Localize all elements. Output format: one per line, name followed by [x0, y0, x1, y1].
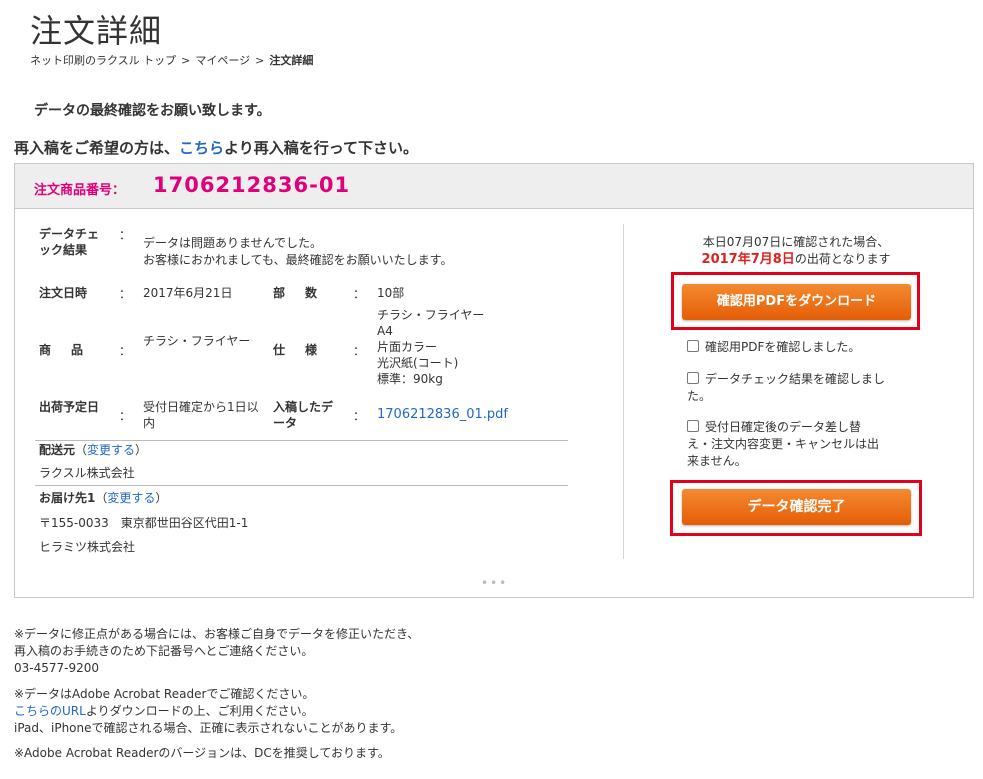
order-date-value: 2017年6月21日 — [143, 286, 233, 300]
vertical-divider — [623, 224, 624, 559]
delivery-change-link[interactable]: 変更する — [107, 491, 155, 505]
sender-value: ラクスル株式会社 — [39, 466, 135, 480]
product-label: 商 品 — [39, 343, 88, 357]
footer-phone: 03-4577-9200 — [14, 661, 100, 675]
data-check-label: データチェック結果 — [39, 227, 100, 257]
resubmit-prefix: 再入稿をご希望の方は、 — [14, 139, 180, 157]
checkbox-box[interactable] — [687, 340, 699, 352]
sender-change-link[interactable]: 変更する — [87, 443, 135, 457]
shipping-notice: 本日07月07日に確認された場合、 2017年7月8日の出荷となります — [651, 234, 941, 268]
breadcrumb-mypage-link[interactable]: マイページ — [195, 54, 250, 67]
page-title: 注文詳細 — [30, 12, 163, 50]
change-close: ） — [155, 491, 168, 505]
order-number: 1706212836-01 — [153, 173, 351, 197]
footer-note2-suffix: よりダウンロードの上、ご利用ください。 — [85, 704, 314, 718]
checkbox-label: 受付日確定後のデータ差し替 — [705, 420, 862, 434]
resubmit-suffix: より再入稿を行って下さい。 — [224, 139, 418, 157]
order-date-label: 注文日時 — [39, 286, 88, 300]
spec-line: 標準：90kg — [377, 372, 443, 386]
download-pdf-button[interactable]: 確認用PDFをダウンロード — [682, 284, 911, 320]
checkbox-label-cont: た。 — [687, 389, 712, 403]
footer-note1-line1: ※データに修正点がある場合には、お客様ご自身でデータを修正いただき、 — [14, 627, 420, 641]
footer-note-3: ※Adobe Acrobat Readerのバージョンは、DCを推奨しております… — [14, 746, 390, 760]
spec-line: A4 — [377, 324, 393, 338]
checkbox-pdf-confirmed[interactable]: 確認用PDFを確認しました。 — [687, 339, 860, 356]
data-check-value-2: お客様におかれましても、最終確認をお願いいたします。 — [143, 253, 453, 267]
footer-note1-line2: 再入稿のお手続きのため下記番号へとご連絡ください。 — [14, 644, 314, 658]
colon: ： — [353, 287, 366, 301]
checkbox-box[interactable] — [687, 420, 699, 432]
footer-note2-line3: iPad、iPhoneで確認される場合、正確に表示されないことがあります。 — [14, 721, 403, 735]
footer-note-2: ※データはAdobe Acrobat Readerでご確認ください。 こちらのU… — [14, 686, 402, 737]
breadcrumb-sep: > — [255, 54, 265, 67]
checkbox-no-changes-ack[interactable]: 受付日確定後のデータ差し替 え・注文内容変更・キャンセルは出 来ません。 — [687, 419, 927, 470]
colon: ： — [119, 409, 132, 423]
delivery-name: ヒラミツ株式会社 — [39, 540, 136, 554]
submitted-pdf-link[interactable]: 1706212836_01.pdf — [377, 407, 508, 422]
product-value: チラシ・フライヤー — [143, 334, 251, 348]
colon: ： — [119, 287, 132, 301]
resubmit-link[interactable]: こちら — [179, 139, 224, 157]
ship-date-highlight: 2017年7月8日 — [701, 252, 795, 267]
breadcrumb-current: 注文詳細 — [269, 54, 314, 67]
spec-line: 片面カラー — [377, 340, 438, 354]
change-open: （ — [75, 443, 88, 457]
delivery-label: お届け先1 — [39, 491, 96, 505]
resubmit-notice: 再入稿をご希望の方は、こちらより再入稿を行って下さい。 — [14, 137, 418, 158]
footer-note2-line1: ※データはAdobe Acrobat Readerでご確認ください。 — [14, 687, 315, 701]
checkbox-label: データチェック結果を確認しまし — [705, 372, 886, 386]
spec-label: 仕 様 — [273, 343, 322, 357]
change-open: （ — [95, 491, 108, 505]
footer-note-1: ※データに修正点がある場合には、お客様ご自身でデータを修正いただき、 再入稿のお… — [14, 626, 419, 677]
quantity-value: 10部 — [377, 286, 405, 300]
shipping-notice-line2: 2017年7月8日の出荷となります — [651, 251, 941, 268]
shipping-notice-line1: 本日07月07日に確認された場合、 — [702, 235, 890, 249]
ship-notice-suffix: の出荷となります — [794, 252, 891, 266]
sender-row: 配送元（変更する） — [39, 442, 147, 458]
colon: ： — [353, 409, 366, 423]
data-confirm-complete-button[interactable]: データ確認完了 — [682, 489, 911, 525]
more-dots[interactable]: ••• — [481, 576, 508, 590]
delivery-address: 〒155-0033 東京都世田谷区代田1-1 — [39, 516, 249, 530]
divider — [35, 485, 568, 486]
change-close: ） — [135, 443, 148, 457]
checkbox-box[interactable] — [687, 372, 699, 384]
data-check-value-1: データは問題ありませんでした。 — [143, 236, 323, 250]
acrobat-url-link[interactable]: こちらのURL — [14, 704, 86, 718]
spec-line: チラシ・フライヤー — [377, 308, 485, 322]
spec-value: チラシ・フライヤー A4 片面カラー 光沢紙(コート) 標準：90kg — [377, 307, 484, 387]
spec-line: 光沢紙(コート) — [377, 356, 459, 370]
checkbox-data-check-confirmed[interactable]: データチェック結果を確認しまし た。 — [687, 371, 917, 405]
breadcrumb-home-link[interactable]: ネット印刷のラクスル トップ — [30, 54, 176, 67]
colon: ： — [119, 228, 132, 242]
submitted-data-label: 入稿したデータ — [273, 400, 334, 430]
sender-label: 配送元 — [39, 443, 76, 457]
divider — [35, 440, 568, 441]
order-number-label: 注文商品番号： — [34, 183, 126, 198]
delivery-row: お届け先1（変更する） — [39, 490, 167, 506]
ship-date-value: 受付日確定から1日以内 — [143, 400, 259, 430]
ship-date-label: 出荷予定日 — [39, 400, 100, 414]
breadcrumb: ネット印刷のラクスル トップ > マイページ > 注文詳細 — [30, 52, 313, 68]
order-panel: 注文商品番号： 1706212836-01 データチェック結果 ： データは問題… — [14, 163, 974, 598]
quantity-label: 部 数 — [273, 286, 322, 300]
final-check-notice: データの最終確認をお願い致します。 — [34, 103, 271, 119]
colon: ： — [119, 344, 132, 358]
footer-note2-line2: こちらのURLよりダウンロードの上、ご利用ください。 — [14, 703, 402, 720]
breadcrumb-sep: > — [181, 54, 191, 67]
colon: ： — [353, 344, 366, 358]
checkbox-label: 確認用PDFを確認しました。 — [705, 340, 861, 354]
checkbox-label-cont: 来ません。 — [687, 454, 747, 468]
checkbox-label-cont: え・注文内容変更・キャンセルは出 — [687, 437, 880, 451]
order-panel-header: 注文商品番号： 1706212836-01 — [15, 164, 973, 209]
